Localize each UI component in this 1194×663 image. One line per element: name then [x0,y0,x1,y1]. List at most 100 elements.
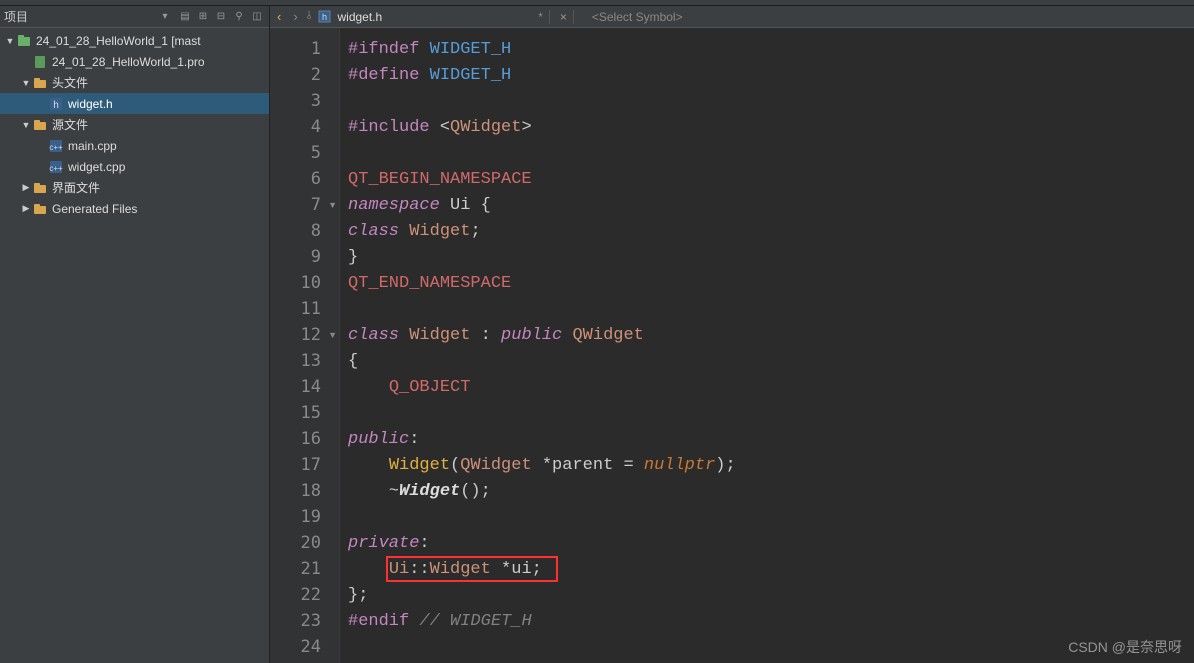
gutter-line[interactable]: 6 [270,166,339,192]
gutter-line[interactable]: 13 [270,348,339,374]
gutter-line[interactable]: 23 [270,608,339,634]
code-line[interactable]: #include <QWidget> [340,114,1194,140]
tree-item[interactable]: 头文件 [0,72,269,93]
tree-item[interactable]: 24_01_28_HelloWorld_1.pro [0,51,269,72]
tree-arrow-icon[interactable] [20,203,32,214]
token-op: { [481,196,491,215]
gutter-line[interactable]: 24 [270,634,339,660]
line-number: 5 [311,143,321,163]
code-line[interactable]: #ifndef WIDGET_H [340,36,1194,62]
tool-remove-icon[interactable]: ⊟ [213,9,229,25]
fold-icon[interactable]: ▼ [328,200,337,210]
tree-arrow-icon[interactable] [4,36,16,46]
gutter-line[interactable]: 1 [270,36,339,62]
gutter-line[interactable]: 12▼ [270,322,339,348]
gutter-line[interactable]: 2 [270,62,339,88]
tree-item-label: 界面文件 [52,179,100,196]
code-line[interactable] [340,140,1194,166]
code-line[interactable]: Widget(QWidget *parent = nullptr); [340,452,1194,478]
tree-item-label: widget.h [68,97,113,111]
nav-forward-icon[interactable]: › [290,9,300,24]
code-line[interactable]: ~Widget(); [340,478,1194,504]
project-tree[interactable]: 24_01_28_HelloWorld_1 [mast 24_01_28_Hell… [0,28,269,663]
code-line[interactable]: private: [340,530,1194,556]
code-line[interactable]: class Widget : public QWidget [340,322,1194,348]
tree-arrow-icon[interactable] [20,120,32,130]
tree-item[interactable]: 24_01_28_HelloWorld_1 [mast [0,30,269,51]
gutter-line[interactable]: 20 [270,530,339,556]
token-pink: QT_BEGIN_NAMESPACE [348,170,532,189]
nav-back-icon[interactable]: ‹ [274,9,284,24]
code-line[interactable]: } [340,244,1194,270]
project-sidebar: 项目 ▾ ▤ ⊞ ⊟ ⚲ ◫ 24_01_28_HelloWorld_1 [ma… [0,6,270,663]
tree-item[interactable]: c++widget.cpp [0,156,269,177]
gutter-line[interactable]: 19 [270,504,339,530]
tree-item[interactable]: c++ main.cpp [0,135,269,156]
cpp-icon: c++ [48,138,64,154]
token-kw: public [348,430,409,449]
code-area[interactable]: #ifndef WIDGET_H#define WIDGET_H #include… [340,28,1194,663]
gutter-line[interactable]: 18 [270,478,339,504]
token-pp: #define [348,66,430,85]
code-line[interactable] [340,88,1194,114]
code-line[interactable]: QT_BEGIN_NAMESPACE [340,166,1194,192]
tool-layout-icon[interactable]: ▤ [177,9,193,25]
code-line[interactable] [340,400,1194,426]
gutter-line[interactable]: 8 [270,218,339,244]
code-line[interactable]: #endif // WIDGET_H [340,608,1194,634]
code-line[interactable]: QT_END_NAMESPACE [340,270,1194,296]
svg-text:c++: c++ [49,164,63,173]
toolbar-separator [549,10,550,24]
line-number: 20 [301,533,321,553]
token-op: ); [715,456,735,475]
tab-filename[interactable]: widget.h [337,10,382,24]
code-line[interactable] [340,634,1194,660]
line-number: 19 [301,507,321,527]
pro-icon [32,54,48,70]
token-type: Widget [409,222,470,241]
gutter-line[interactable]: 10 [270,270,339,296]
tree-item-label: 24_01_28_HelloWorld_1.pro [52,55,205,69]
token-kw: class [348,326,399,345]
code-line[interactable] [340,296,1194,322]
code-line[interactable]: class Widget; [340,218,1194,244]
code-line[interactable]: namespace Ui { [340,192,1194,218]
token-op: : [409,430,419,449]
gutter-line[interactable]: 16 [270,426,339,452]
tree-item[interactable]: 源文件 [0,114,269,135]
tree-item[interactable]: 界面文件 [0,177,269,198]
code-line[interactable]: #define WIDGET_H [340,62,1194,88]
code-line[interactable]: }; [340,582,1194,608]
gutter-line[interactable]: 21 [270,556,339,582]
gutter-line[interactable]: 14 [270,374,339,400]
tool-add-icon[interactable]: ⊞ [195,9,211,25]
gutter-line[interactable]: 22 [270,582,339,608]
tree-arrow-icon[interactable] [20,78,32,88]
line-gutter[interactable]: 1234567▼89101112▼13141516171819202122232… [270,28,340,663]
code-line[interactable]: public: [340,426,1194,452]
gutter-line[interactable]: 3 [270,88,339,114]
fold-icon[interactable]: ▼ [328,330,337,340]
code-line[interactable] [340,504,1194,530]
tool-split-icon[interactable]: ◫ [249,9,265,25]
gutter-line[interactable]: 17 [270,452,339,478]
tree-item[interactable]: Generated Files [0,198,269,219]
tool-filter-icon[interactable]: ⚲ [231,9,247,25]
gutter-line[interactable]: 7▼ [270,192,339,218]
tree-item-label: main.cpp [68,139,117,153]
gutter-line[interactable]: 11 [270,296,339,322]
code-line[interactable]: { [340,348,1194,374]
symbol-selector[interactable]: <Select Symbol> [592,10,683,24]
lock-icon[interactable]: ⫰ [307,10,312,23]
gutter-line[interactable]: 15 [270,400,339,426]
tree-item[interactable]: hwidget.h [0,93,269,114]
sidebar-dropdown-icon[interactable]: ▾ [157,9,173,25]
gutter-line[interactable]: 5 [270,140,339,166]
gutter-line[interactable]: 9 [270,244,339,270]
tab-close-icon[interactable]: × [560,10,567,24]
code-line[interactable]: Q_OBJECT [340,374,1194,400]
token-op: } [348,248,358,267]
tree-arrow-icon[interactable] [20,182,32,193]
gutter-line[interactable]: 4 [270,114,339,140]
token-ident [399,326,409,345]
